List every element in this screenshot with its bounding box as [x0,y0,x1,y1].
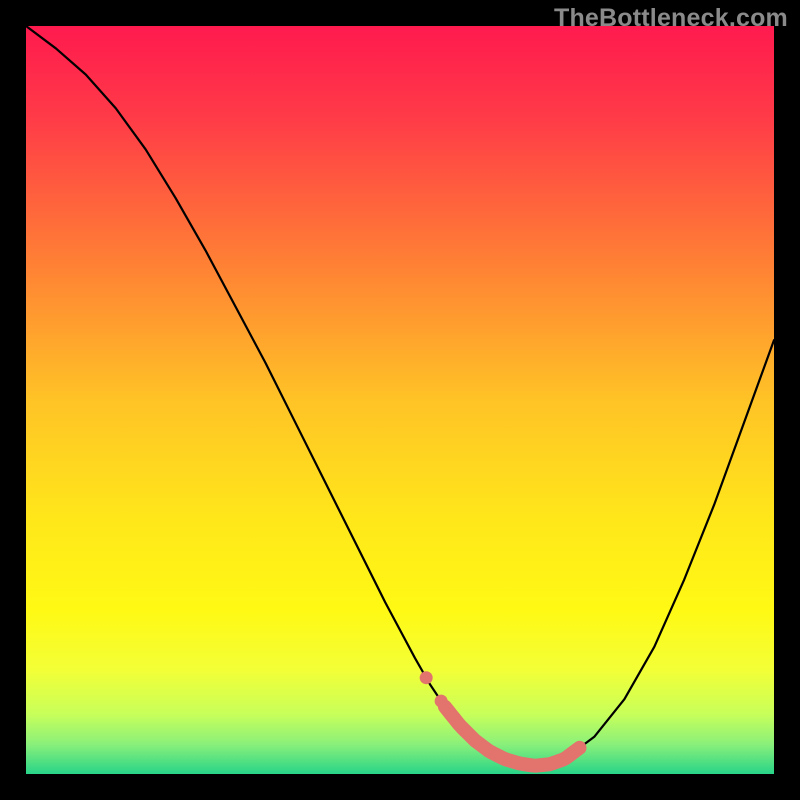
watermark-text: TheBottleneck.com [554,4,788,33]
highlight-dot-1 [435,695,448,708]
highlight-dot-0 [420,671,433,684]
plot-area [26,26,774,774]
chart-frame: TheBottleneck.com [0,0,800,800]
chart-svg [26,26,774,774]
